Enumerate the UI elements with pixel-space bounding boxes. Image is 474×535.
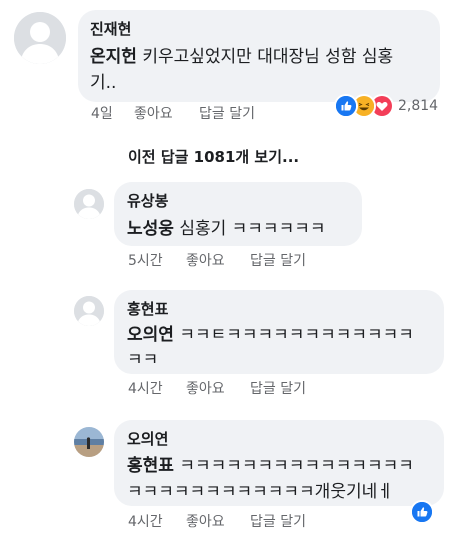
reply-link[interactable]: 답글 달기 <box>250 378 306 398</box>
like-icon <box>334 94 358 118</box>
beach-photo-icon <box>74 427 104 457</box>
avatar-default[interactable] <box>74 296 104 326</box>
reply-text: ㅋㅋㅋㅋㅋㅋㅋㅋㅋㅋㅋㅋㅋㅋㅋ <box>179 456 414 476</box>
like-link[interactable]: 좋아요 <box>186 378 225 398</box>
mention-link[interactable]: 노성웅 <box>127 219 174 239</box>
comment-time[interactable]: 4일 <box>91 103 113 123</box>
default-user-icon <box>14 12 66 64</box>
reply-text: ㅋㅋㅌㅋㅋㅋㅋㅋㅋㅋㅋㅋㅋㅋㅋ <box>179 325 414 345</box>
reply-author[interactable]: 오의연 <box>127 428 168 449</box>
like-link[interactable]: 좋아요 <box>134 103 173 123</box>
reply-meta: 4시간 좋아요 답글 달기 <box>0 511 474 531</box>
reply-link[interactable]: 답글 달기 <box>250 250 306 270</box>
reply-text-line: 홍현표 ㅋㅋㅋㅋㅋㅋㅋㅋㅋㅋㅋㅋㅋㅋㅋ <box>127 451 414 476</box>
reply-time[interactable]: 4시간 <box>128 511 163 531</box>
comment-text-line: 온지헌 키우고싶었지만 대대장님 성함 심홍 <box>90 42 393 67</box>
reaction-summary[interactable] <box>410 500 434 524</box>
comment-text: 키우고싶었지만 대대장님 성함 심홍 <box>142 47 394 67</box>
avatar-default[interactable] <box>74 189 104 219</box>
reply-text-line: 노성웅 심홍기 ㅋㅋㅋㅋㅋㅋ <box>127 214 326 239</box>
reply-time[interactable]: 5시간 <box>128 250 163 270</box>
view-previous-replies-link[interactable]: 이전 답글 1081개 보기... <box>128 146 299 167</box>
mention-link[interactable]: 온지헌 <box>90 47 137 67</box>
avatar-default[interactable] <box>14 12 66 64</box>
reply-time[interactable]: 4시간 <box>128 378 163 398</box>
mention-link[interactable]: 홍현표 <box>127 456 174 476</box>
reply-text: 심홍기 ㅋㅋㅋㅋㅋㅋ <box>179 219 326 239</box>
like-icon <box>410 500 434 524</box>
default-user-icon <box>74 189 104 219</box>
reply-text-line-2: ㅋㅋㅋㅋㅋㅋㅋㅋㅋㅋㅋㅋ개웃기네ㅔ <box>127 482 393 502</box>
reply-meta: 5시간 좋아요 답글 달기 <box>0 250 474 270</box>
default-user-icon <box>74 296 104 326</box>
reply-author[interactable]: 홍현표 <box>127 298 168 319</box>
reaction-count: 2,814 <box>398 98 439 114</box>
reply-meta: 4시간 좋아요 답글 달기 <box>0 378 474 398</box>
like-link[interactable]: 좋아요 <box>186 511 225 531</box>
reply-link[interactable]: 답글 달기 <box>250 511 306 531</box>
like-link[interactable]: 좋아요 <box>186 250 225 270</box>
mention-link[interactable]: 오의연 <box>127 325 174 345</box>
reaction-summary[interactable]: 2,814 <box>334 94 438 118</box>
reply-author[interactable]: 유상봉 <box>127 190 168 211</box>
reply-text-line: 오의연 ㅋㅋㅌㅋㅋㅋㅋㅋㅋㅋㅋㅋㅋㅋㅋ <box>127 320 414 345</box>
reply-text-line-2: ㅋㅋ <box>127 350 159 370</box>
comment-text-line-2: 기.. <box>90 73 117 93</box>
reply-link[interactable]: 답글 달기 <box>199 103 255 123</box>
avatar-photo[interactable] <box>74 427 104 457</box>
comment-author[interactable]: 진재현 <box>90 18 131 39</box>
